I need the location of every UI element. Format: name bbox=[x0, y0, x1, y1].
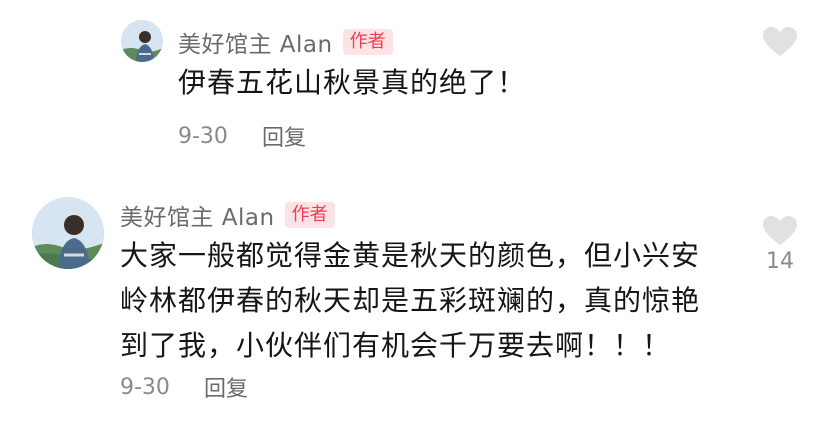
comment-header: 美好馆主 Alan 作者 bbox=[120, 198, 335, 232]
comment-item: 美好馆主 Alan 作者 大家一般都觉得金黄是秋天的颜色，但小兴安 岭林都伊春的… bbox=[0, 170, 828, 429]
avatar-person-image bbox=[121, 20, 163, 62]
heart-outline-icon bbox=[763, 216, 797, 245]
comment-text-line: 岭林都伊春的秋天却是五彩斑斓的，真的惊艳 bbox=[120, 284, 701, 317]
avatar-person-image bbox=[32, 197, 104, 269]
reply-button[interactable]: 回复 bbox=[204, 371, 248, 403]
author-badge: 作者 bbox=[284, 202, 335, 228]
avatar[interactable] bbox=[121, 20, 163, 62]
comment-header: 美好馆主 Alan 作者 bbox=[178, 25, 393, 59]
comment-meta: 9-30 回复 bbox=[178, 120, 306, 152]
comment-text-line: 大家一般都觉得金黄是秋天的颜色，但小兴安 bbox=[120, 239, 701, 272]
comment-text-line: 到了我，小伙伴们有机会千万要去啊！！！ bbox=[120, 329, 672, 362]
comment-item: 美好馆主 Alan 作者 伊春五花山秋景真的绝了！ 9-30 回复 bbox=[0, 0, 828, 170]
username[interactable]: 美好馆主 Alan bbox=[120, 198, 275, 232]
comment-meta: 9-30 回复 bbox=[120, 371, 248, 403]
author-badge: 作者 bbox=[342, 29, 393, 55]
like-count: 14 bbox=[766, 249, 794, 274]
comment-text[interactable]: 大家一般都觉得金黄是秋天的颜色，但小兴安 岭林都伊春的秋天却是五彩斑斓的，真的惊… bbox=[120, 233, 700, 368]
comment-date: 9-30 bbox=[178, 123, 228, 149]
heart-outline-icon bbox=[763, 27, 797, 56]
reply-button[interactable]: 回复 bbox=[262, 120, 306, 152]
avatar[interactable] bbox=[32, 197, 104, 269]
username[interactable]: 美好馆主 Alan bbox=[178, 25, 333, 59]
like-button[interactable]: 14 bbox=[762, 215, 798, 274]
like-button[interactable] bbox=[762, 26, 798, 60]
comment-date: 9-30 bbox=[120, 374, 170, 400]
comment-text[interactable]: 伊春五花山秋景真的绝了！ bbox=[178, 60, 526, 105]
